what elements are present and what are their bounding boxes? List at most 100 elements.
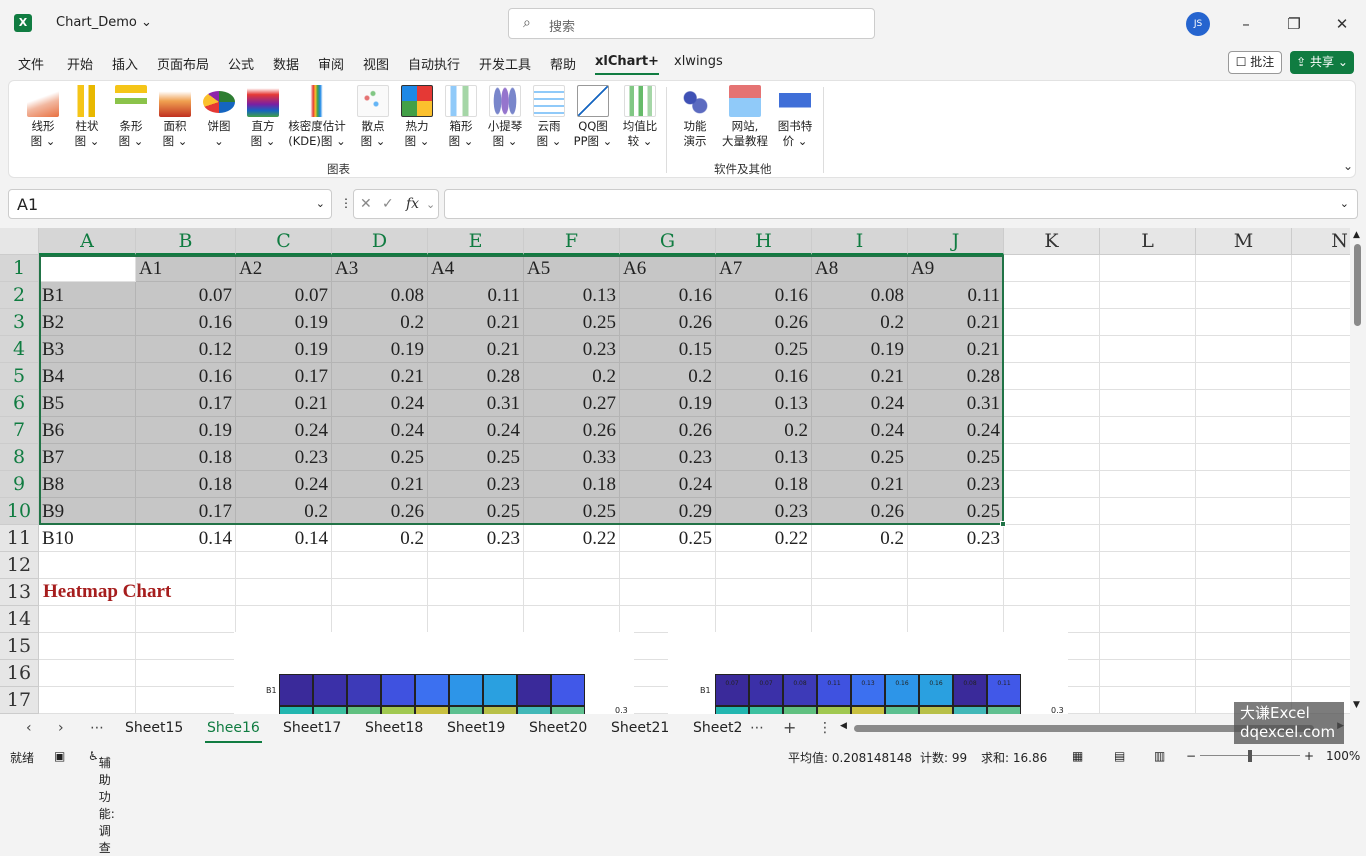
- cell-A15[interactable]: [39, 633, 136, 660]
- cell-J2[interactable]: 0.11: [908, 282, 1004, 309]
- cell-G11[interactable]: 0.25: [620, 525, 716, 552]
- vertical-scroll-thumb[interactable]: [1354, 244, 1361, 326]
- cell-E12[interactable]: [428, 552, 524, 579]
- cell-G8[interactable]: 0.23: [620, 444, 716, 471]
- cell-J14[interactable]: [908, 606, 1004, 633]
- menu-data[interactable]: 数据: [273, 54, 299, 73]
- cell-I4[interactable]: 0.19: [812, 336, 908, 363]
- cell-H4[interactable]: 0.25: [716, 336, 812, 363]
- cell-C2[interactable]: 0.07: [236, 282, 332, 309]
- column-header-e[interactable]: E: [428, 228, 524, 255]
- cell-K1[interactable]: [1004, 255, 1100, 282]
- cell-D11[interactable]: 0.2: [332, 525, 428, 552]
- page-break-view-icon[interactable]: ▥: [1154, 749, 1165, 763]
- row-header-3[interactable]: 3: [0, 309, 39, 336]
- cell-K13[interactable]: [1004, 579, 1100, 606]
- cell-E2[interactable]: 0.11: [428, 282, 524, 309]
- cell-J6[interactable]: 0.31: [908, 390, 1004, 417]
- cell-I5[interactable]: 0.21: [812, 363, 908, 390]
- cell-K4[interactable]: [1004, 336, 1100, 363]
- cell-G4[interactable]: 0.15: [620, 336, 716, 363]
- menu-help[interactable]: 帮助: [550, 54, 576, 73]
- cell-E10[interactable]: 0.25: [428, 498, 524, 525]
- cell-C7[interactable]: 0.24: [236, 417, 332, 444]
- spreadsheet-grid[interactable]: A B C D E F G H I J K L M N 1 2 3 4 5 6 7 8 9 10 11 12 13 14 15 16 17 A…: [0, 228, 1366, 714]
- cell-M1[interactable]: [1196, 255, 1292, 282]
- cell-I6[interactable]: 0.24: [812, 390, 908, 417]
- cell-D14[interactable]: [332, 606, 428, 633]
- comment-button[interactable]: ☐ 批注: [1228, 51, 1282, 74]
- minimize-button[interactable]: –: [1234, 12, 1258, 36]
- cell-L17[interactable]: [1100, 687, 1196, 714]
- cell-B10[interactable]: 0.17: [136, 498, 236, 525]
- cell-D1[interactable]: A3: [332, 255, 428, 282]
- more-icon[interactable]: ⋮: [340, 196, 352, 210]
- cell-G1[interactable]: A6: [620, 255, 716, 282]
- cell-A10[interactable]: B9: [39, 498, 136, 525]
- cell-B8[interactable]: 0.18: [136, 444, 236, 471]
- macro-record-icon[interactable]: ▣: [54, 749, 65, 763]
- cell-L15[interactable]: [1100, 633, 1196, 660]
- cell-L13[interactable]: [1100, 579, 1196, 606]
- histogram-button[interactable]: 直方 图 ⌄: [241, 85, 285, 149]
- normal-view-icon[interactable]: ▦: [1072, 749, 1083, 763]
- cell-A12[interactable]: [39, 552, 136, 579]
- search-box[interactable]: ⌕ 搜索: [508, 8, 875, 39]
- row-header-8[interactable]: 8: [0, 444, 39, 471]
- sheet-tab[interactable]: Sheet19: [447, 720, 505, 736]
- cell-D9[interactable]: 0.21: [332, 471, 428, 498]
- more-tabs-icon[interactable]: ⋯: [750, 720, 764, 736]
- cell-F9[interactable]: 0.18: [524, 471, 620, 498]
- cell-H6[interactable]: 0.13: [716, 390, 812, 417]
- column-header-b[interactable]: B: [136, 228, 236, 255]
- menu-view[interactable]: 视图: [363, 54, 389, 73]
- cell-H12[interactable]: [716, 552, 812, 579]
- cell-F1[interactable]: A5: [524, 255, 620, 282]
- cell-E8[interactable]: 0.25: [428, 444, 524, 471]
- cell-C8[interactable]: 0.23: [236, 444, 332, 471]
- cell-G5[interactable]: 0.2: [620, 363, 716, 390]
- row-header-6[interactable]: 6: [0, 390, 39, 417]
- row-header-13[interactable]: 13: [0, 579, 39, 606]
- cell-J8[interactable]: 0.25: [908, 444, 1004, 471]
- cell-K6[interactable]: [1004, 390, 1100, 417]
- cell-C3[interactable]: 0.19: [236, 309, 332, 336]
- cell-I1[interactable]: A8: [812, 255, 908, 282]
- cell-K12[interactable]: [1004, 552, 1100, 579]
- cell-H1[interactable]: A7: [716, 255, 812, 282]
- cell-A17[interactable]: [39, 687, 136, 714]
- cell-L9[interactable]: [1100, 471, 1196, 498]
- cell-I7[interactable]: 0.24: [812, 417, 908, 444]
- cell-F2[interactable]: 0.13: [524, 282, 620, 309]
- cell-H13[interactable]: [716, 579, 812, 606]
- cell-M12[interactable]: [1196, 552, 1292, 579]
- column-chart-button[interactable]: 柱状 图 ⌄: [65, 85, 109, 149]
- cell-K7[interactable]: [1004, 417, 1100, 444]
- cell-D8[interactable]: 0.25: [332, 444, 428, 471]
- cell-K2[interactable]: [1004, 282, 1100, 309]
- scatter-chart-button[interactable]: 散点 图 ⌄: [351, 85, 395, 149]
- cell-G10[interactable]: 0.29: [620, 498, 716, 525]
- area-chart-button[interactable]: 面积 图 ⌄: [153, 85, 197, 149]
- cell-F7[interactable]: 0.26: [524, 417, 620, 444]
- cell-C6[interactable]: 0.21: [236, 390, 332, 417]
- menu-automate[interactable]: 自动执行: [408, 54, 460, 73]
- cell-L1[interactable]: [1100, 255, 1196, 282]
- sheet-tab[interactable]: Sheet22: [693, 720, 743, 736]
- cell-C4[interactable]: 0.19: [236, 336, 332, 363]
- cell-B11[interactable]: 0.14: [136, 525, 236, 552]
- page-layout-view-icon[interactable]: ▤: [1114, 749, 1125, 763]
- sheet-tab[interactable]: Sheet15: [125, 720, 183, 736]
- row-header-16[interactable]: 16: [0, 660, 39, 687]
- cell-M2[interactable]: [1196, 282, 1292, 309]
- cell-M11[interactable]: [1196, 525, 1292, 552]
- pie-chart-button[interactable]: 饼图 ⌄: [197, 85, 241, 149]
- boxplot-button[interactable]: 箱形 图 ⌄: [439, 85, 483, 149]
- cell-L14[interactable]: [1100, 606, 1196, 633]
- cell-B3[interactable]: 0.16: [136, 309, 236, 336]
- cell-F10[interactable]: 0.25: [524, 498, 620, 525]
- cell-B16[interactable]: [136, 660, 236, 687]
- cell-E9[interactable]: 0.23: [428, 471, 524, 498]
- column-header-i[interactable]: I: [812, 228, 908, 255]
- cell-I13[interactable]: [812, 579, 908, 606]
